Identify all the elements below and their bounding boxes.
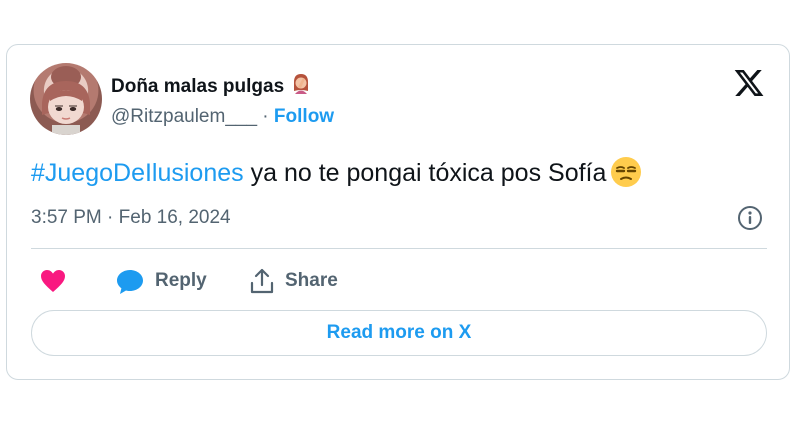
info-icon[interactable] bbox=[737, 205, 763, 231]
avatar[interactable] bbox=[30, 63, 102, 135]
handle-separator: · bbox=[257, 106, 274, 127]
facepalm-icon bbox=[290, 73, 312, 101]
author-handle[interactable]: @Ritzpaulem___ bbox=[111, 106, 257, 127]
reply-button[interactable]: Reply bbox=[115, 267, 207, 295]
tweet-timestamp[interactable]: 3:57 PM · Feb 16, 2024 bbox=[31, 207, 231, 229]
read-more-button[interactable]: Read more on X bbox=[31, 310, 767, 356]
author-name[interactable]: Doña malas pulgas bbox=[111, 73, 312, 101]
share-icon bbox=[250, 268, 274, 294]
follow-button[interactable]: Follow bbox=[274, 106, 334, 127]
tweet-body-text: ya no te pongai tóxica pos Sofía bbox=[243, 159, 607, 187]
reply-bubble-icon bbox=[117, 270, 143, 294]
tweet-text: #JuegoDeIlusiones ya no te pongai tóxica… bbox=[31, 156, 642, 195]
tweet-embed-card: Doña malas pulgas @Ritzpaulem___ · Follo… bbox=[6, 44, 790, 380]
unamused-face-icon bbox=[610, 156, 642, 195]
avatar-illustration bbox=[42, 66, 90, 135]
author-name-text: Doña malas pulgas bbox=[111, 76, 285, 97]
handle-row: @Ritzpaulem___ · Follow bbox=[111, 106, 334, 128]
share-label: Share bbox=[285, 270, 338, 291]
x-logo-icon[interactable] bbox=[733, 67, 765, 99]
like-button[interactable] bbox=[39, 267, 67, 295]
heart-icon bbox=[41, 270, 65, 292]
divider bbox=[31, 248, 767, 249]
hashtag-link[interactable]: #JuegoDeIlusiones bbox=[31, 159, 244, 187]
share-button[interactable]: Share bbox=[249, 267, 338, 295]
reply-label: Reply bbox=[155, 270, 207, 291]
